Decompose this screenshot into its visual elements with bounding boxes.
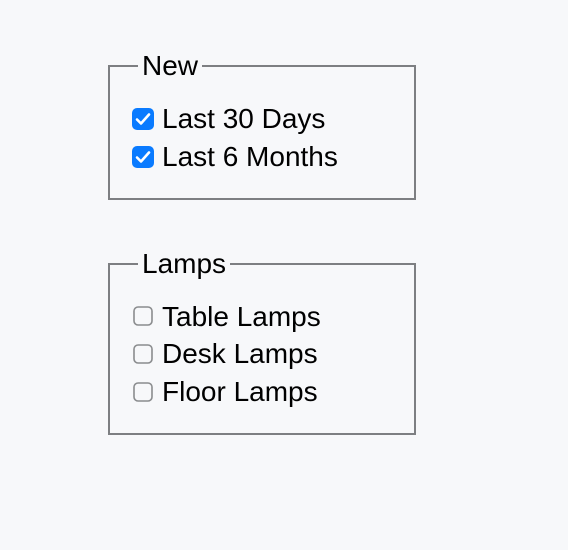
option-table-lamps[interactable]: Table Lamps [132, 298, 392, 336]
label-desk-lamps: Desk Lamps [162, 335, 318, 373]
label-last-6-months: Last 6 Months [162, 138, 338, 176]
option-floor-lamps[interactable]: Floor Lamps [132, 373, 392, 411]
checkbox-last-6-months[interactable] [132, 146, 154, 168]
fieldset-lamps: Lamps Table Lamps Desk Lamps [108, 248, 416, 435]
label-floor-lamps: Floor Lamps [162, 373, 318, 411]
filter-panel: New Last 30 Days Last 6 Months Lamps [0, 50, 568, 435]
option-last-6-months[interactable]: Last 6 Months [132, 138, 392, 176]
legend-new: New [138, 50, 202, 82]
label-last-30-days: Last 30 Days [162, 100, 325, 138]
label-table-lamps: Table Lamps [162, 298, 321, 336]
option-last-30-days[interactable]: Last 30 Days [132, 100, 392, 138]
option-desk-lamps[interactable]: Desk Lamps [132, 335, 392, 373]
checkbox-last-30-days[interactable] [132, 108, 154, 130]
legend-lamps: Lamps [138, 248, 230, 280]
checkbox-table-lamps[interactable] [132, 305, 154, 327]
checkbox-desk-lamps[interactable] [132, 343, 154, 365]
fieldset-new: New Last 30 Days Last 6 Months [108, 50, 416, 200]
checkbox-floor-lamps[interactable] [132, 381, 154, 403]
